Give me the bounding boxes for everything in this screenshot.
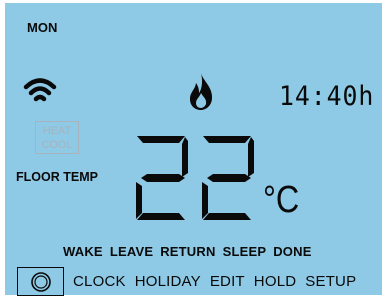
mode-sleep: SLEEP — [222, 244, 267, 259]
day-label: MON — [27, 20, 58, 35]
menu-bar: CLOCK HOLIDAY EDIT HOLD SETUP — [17, 267, 356, 296]
mode-done: DONE — [273, 244, 312, 259]
wifi-icon — [23, 75, 57, 110]
power-icon — [30, 271, 51, 292]
menu-items: CLOCK HOLIDAY EDIT HOLD SETUP — [73, 273, 356, 290]
seven-segment-digits — [136, 136, 254, 220]
clock-time: 14:40h — [279, 81, 375, 112]
heat-label: HEAT — [42, 125, 72, 137]
mode-wake: WAKE — [63, 244, 103, 259]
mode-leave: LEAVE — [109, 244, 154, 259]
temperature-display: 22 — [133, 133, 261, 228]
heat-cool-indicator: HEAT COOL — [35, 121, 79, 154]
menu-setup[interactable]: SETUP — [305, 273, 356, 290]
cool-label: COOL — [41, 139, 73, 151]
flame-icon — [187, 71, 215, 116]
sensor-mode-label: FLOOR TEMP — [16, 170, 98, 184]
menu-clock[interactable]: CLOCK — [73, 273, 126, 290]
menu-edit[interactable]: EDIT — [210, 273, 245, 290]
temperature-unit: °C — [263, 179, 300, 221]
thermostat-display: MON 14:40h HEAT COOL FLOOR TEMP 22 — [5, 3, 382, 296]
program-modes: WAKE LEAVE RETURN SLEEP DONE — [63, 244, 312, 259]
mode-return: RETURN — [160, 244, 216, 259]
menu-holiday[interactable]: HOLIDAY — [135, 273, 201, 290]
menu-hold[interactable]: HOLD — [254, 273, 296, 290]
power-button[interactable] — [17, 267, 64, 296]
